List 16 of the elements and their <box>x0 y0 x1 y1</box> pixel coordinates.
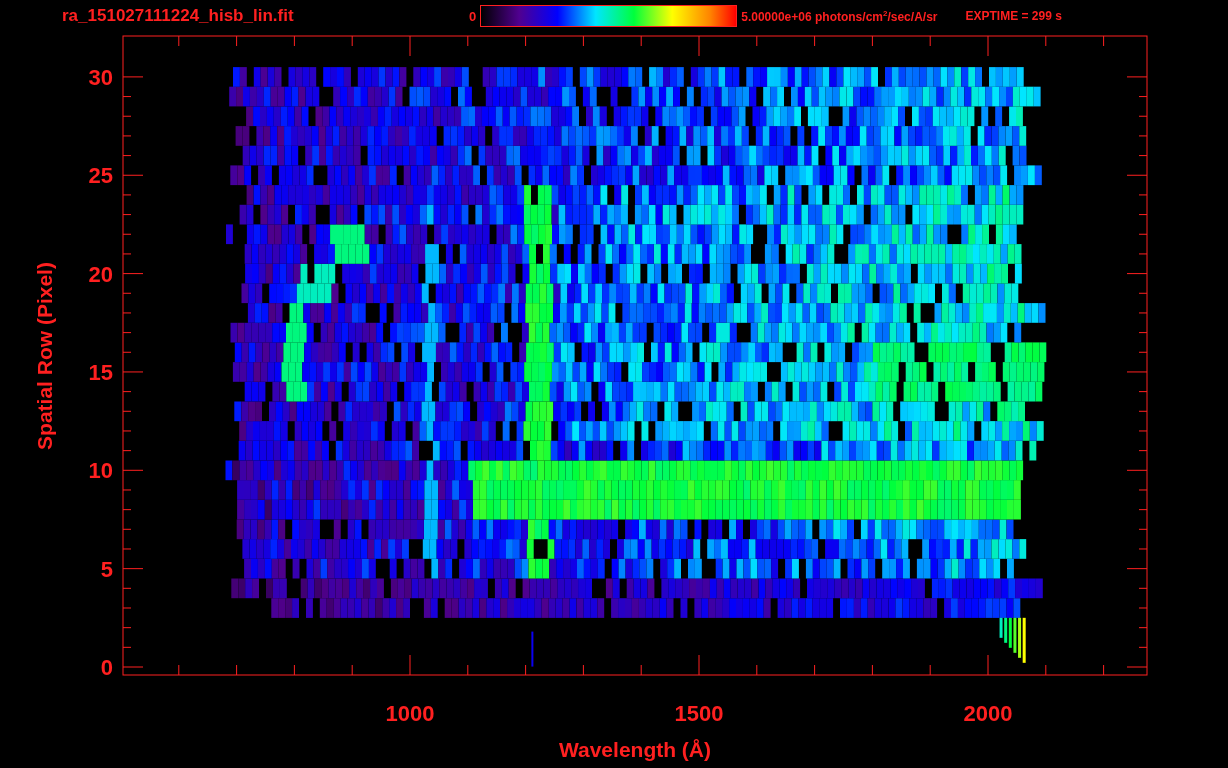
y-tick-label: 10 <box>88 458 113 484</box>
x-tick-label: 1000 <box>385 701 435 726</box>
x-tick-label: 2000 <box>963 701 1013 726</box>
file-title: ra_151027111224_hisb_lin.fit <box>62 6 295 26</box>
y-tick-label: 30 <box>88 65 113 90</box>
colorbar-min-label: 0 <box>469 8 477 24</box>
y-tick-label: 0 <box>100 655 113 681</box>
y-tick-label: 15 <box>88 360 113 386</box>
x-tick-label: 1500 <box>674 701 724 726</box>
exposure-time: EXPTIME = 299 s <box>965 9 1062 23</box>
x-axis-title: Wavelength (Å) <box>558 738 712 761</box>
colorbar-max-label: 5.00000e+06 photons/cm$^{2}$/sec/A/sr <box>741 8 938 24</box>
y-tick-label: 25 <box>88 163 113 189</box>
y-axis-title: Spatial Row (Pixel) <box>33 262 56 450</box>
y-tick-label: 20 <box>88 261 113 287</box>
y-tick-label: 5 <box>100 556 113 582</box>
